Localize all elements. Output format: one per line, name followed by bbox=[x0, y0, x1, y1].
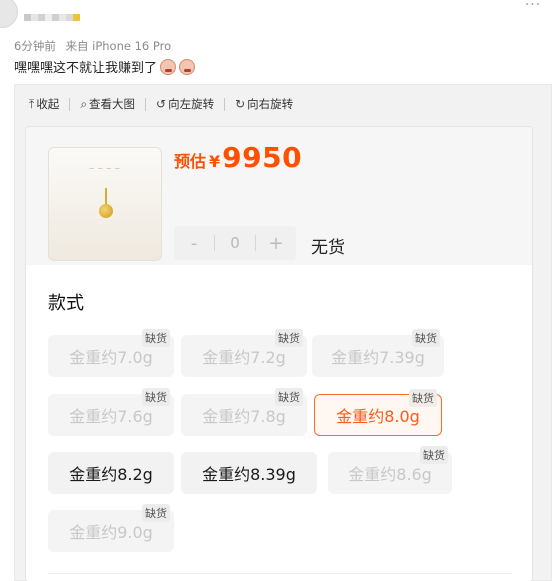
out-of-stock-badge: 缺货 bbox=[142, 388, 170, 406]
out-of-stock-badge: 缺货 bbox=[409, 389, 437, 407]
style-option-selected[interactable]: 金重约8.0g 缺货 bbox=[314, 389, 442, 436]
out-of-stock-badge: 缺货 bbox=[142, 504, 170, 522]
quantity-stepper: - 0 + bbox=[174, 226, 296, 260]
out-of-stock-badge: 缺货 bbox=[420, 446, 448, 464]
emoji-icon bbox=[160, 58, 177, 75]
product-screenshot: — — — — 预估 ¥ 9950 - 0 + 无货 款式 金重约7.0g 缺货… bbox=[25, 126, 533, 581]
out-of-stock-badge: 缺货 bbox=[275, 329, 303, 347]
price-value: 9950 bbox=[222, 141, 303, 174]
view-full-button[interactable]: ⌕ 查看大图 bbox=[80, 96, 135, 112]
out-of-stock-badge: 缺货 bbox=[142, 329, 170, 347]
post-time: 6分钟前 bbox=[14, 39, 56, 53]
stock-status: 无货 bbox=[311, 238, 345, 258]
style-option[interactable]: 金重约7.8g 缺货 bbox=[181, 388, 307, 436]
qty-minus-button[interactable]: - bbox=[174, 233, 214, 254]
more-options-icon[interactable]: ··· bbox=[518, 0, 548, 14]
rotate-left-button[interactable]: ↺ 向左旋转 bbox=[156, 96, 214, 112]
toolbar-divider bbox=[69, 97, 71, 111]
viewer-toolbar: ⤒ 收起 ⌕ 查看大图 ↺ 向左旋转 ↻ 向右旋转 bbox=[15, 85, 551, 123]
emoji-icon bbox=[179, 58, 196, 75]
style-option[interactable]: 金重约8.6g 缺货 bbox=[328, 446, 452, 494]
image-viewer: ⤒ 收起 ⌕ 查看大图 ↺ 向左旋转 ↻ 向右旋转 — — — — 预估 ¥ 9… bbox=[14, 84, 552, 581]
style-option[interactable]: 金重约8.2g bbox=[48, 452, 174, 494]
style-option[interactable]: 金重约8.39g bbox=[181, 452, 317, 494]
toolbar-divider bbox=[224, 97, 226, 111]
qty-value[interactable]: 0 bbox=[215, 234, 255, 252]
collapse-button[interactable]: ⤒ 收起 bbox=[29, 96, 59, 112]
product-image-brand-mark: — — — — bbox=[89, 166, 121, 172]
rotate-right-button[interactable]: ↻ 向右旋转 bbox=[235, 96, 293, 112]
collapse-icon: ⤒ bbox=[29, 96, 35, 111]
post-source[interactable]: 来自 iPhone 16 Pro bbox=[65, 39, 171, 53]
divider bbox=[48, 573, 512, 574]
post-meta: 6分钟前 来自 iPhone 16 Pro bbox=[14, 38, 177, 54]
rotate-left-icon: ↺ bbox=[156, 97, 167, 111]
rotate-right-icon: ↻ bbox=[235, 97, 246, 111]
price-row: 预估 ¥ 9950 bbox=[174, 141, 302, 174]
style-option[interactable]: 金重约7.39g 缺货 bbox=[312, 329, 444, 377]
price-label: 预估 bbox=[174, 152, 207, 171]
product-image[interactable]: — — — — bbox=[48, 147, 162, 261]
caption-text: 嘿嘿嘿这不就让我赚到了 bbox=[14, 61, 158, 76]
search-icon: ⌕ bbox=[80, 96, 88, 111]
style-option[interactable]: 金重约7.0g 缺货 bbox=[48, 329, 174, 377]
style-option[interactable]: 金重约9.0g 缺货 bbox=[48, 504, 174, 552]
price-currency: ¥ bbox=[209, 152, 221, 171]
style-option[interactable]: 金重约7.2g 缺货 bbox=[181, 329, 307, 377]
qty-plus-button[interactable]: + bbox=[256, 233, 296, 254]
gold-pendant-icon bbox=[99, 204, 113, 218]
out-of-stock-badge: 缺货 bbox=[275, 388, 303, 406]
avatar[interactable] bbox=[0, 0, 18, 28]
out-of-stock-badge: 缺货 bbox=[412, 329, 440, 347]
toolbar-divider bbox=[145, 97, 147, 111]
style-option[interactable]: 金重约7.6g 缺货 bbox=[48, 388, 174, 436]
username-pixelated[interactable] bbox=[24, 14, 80, 30]
style-section-title: 款式 bbox=[48, 293, 84, 314]
post-caption: 嘿嘿嘿这不就让我赚到了 bbox=[14, 57, 196, 76]
